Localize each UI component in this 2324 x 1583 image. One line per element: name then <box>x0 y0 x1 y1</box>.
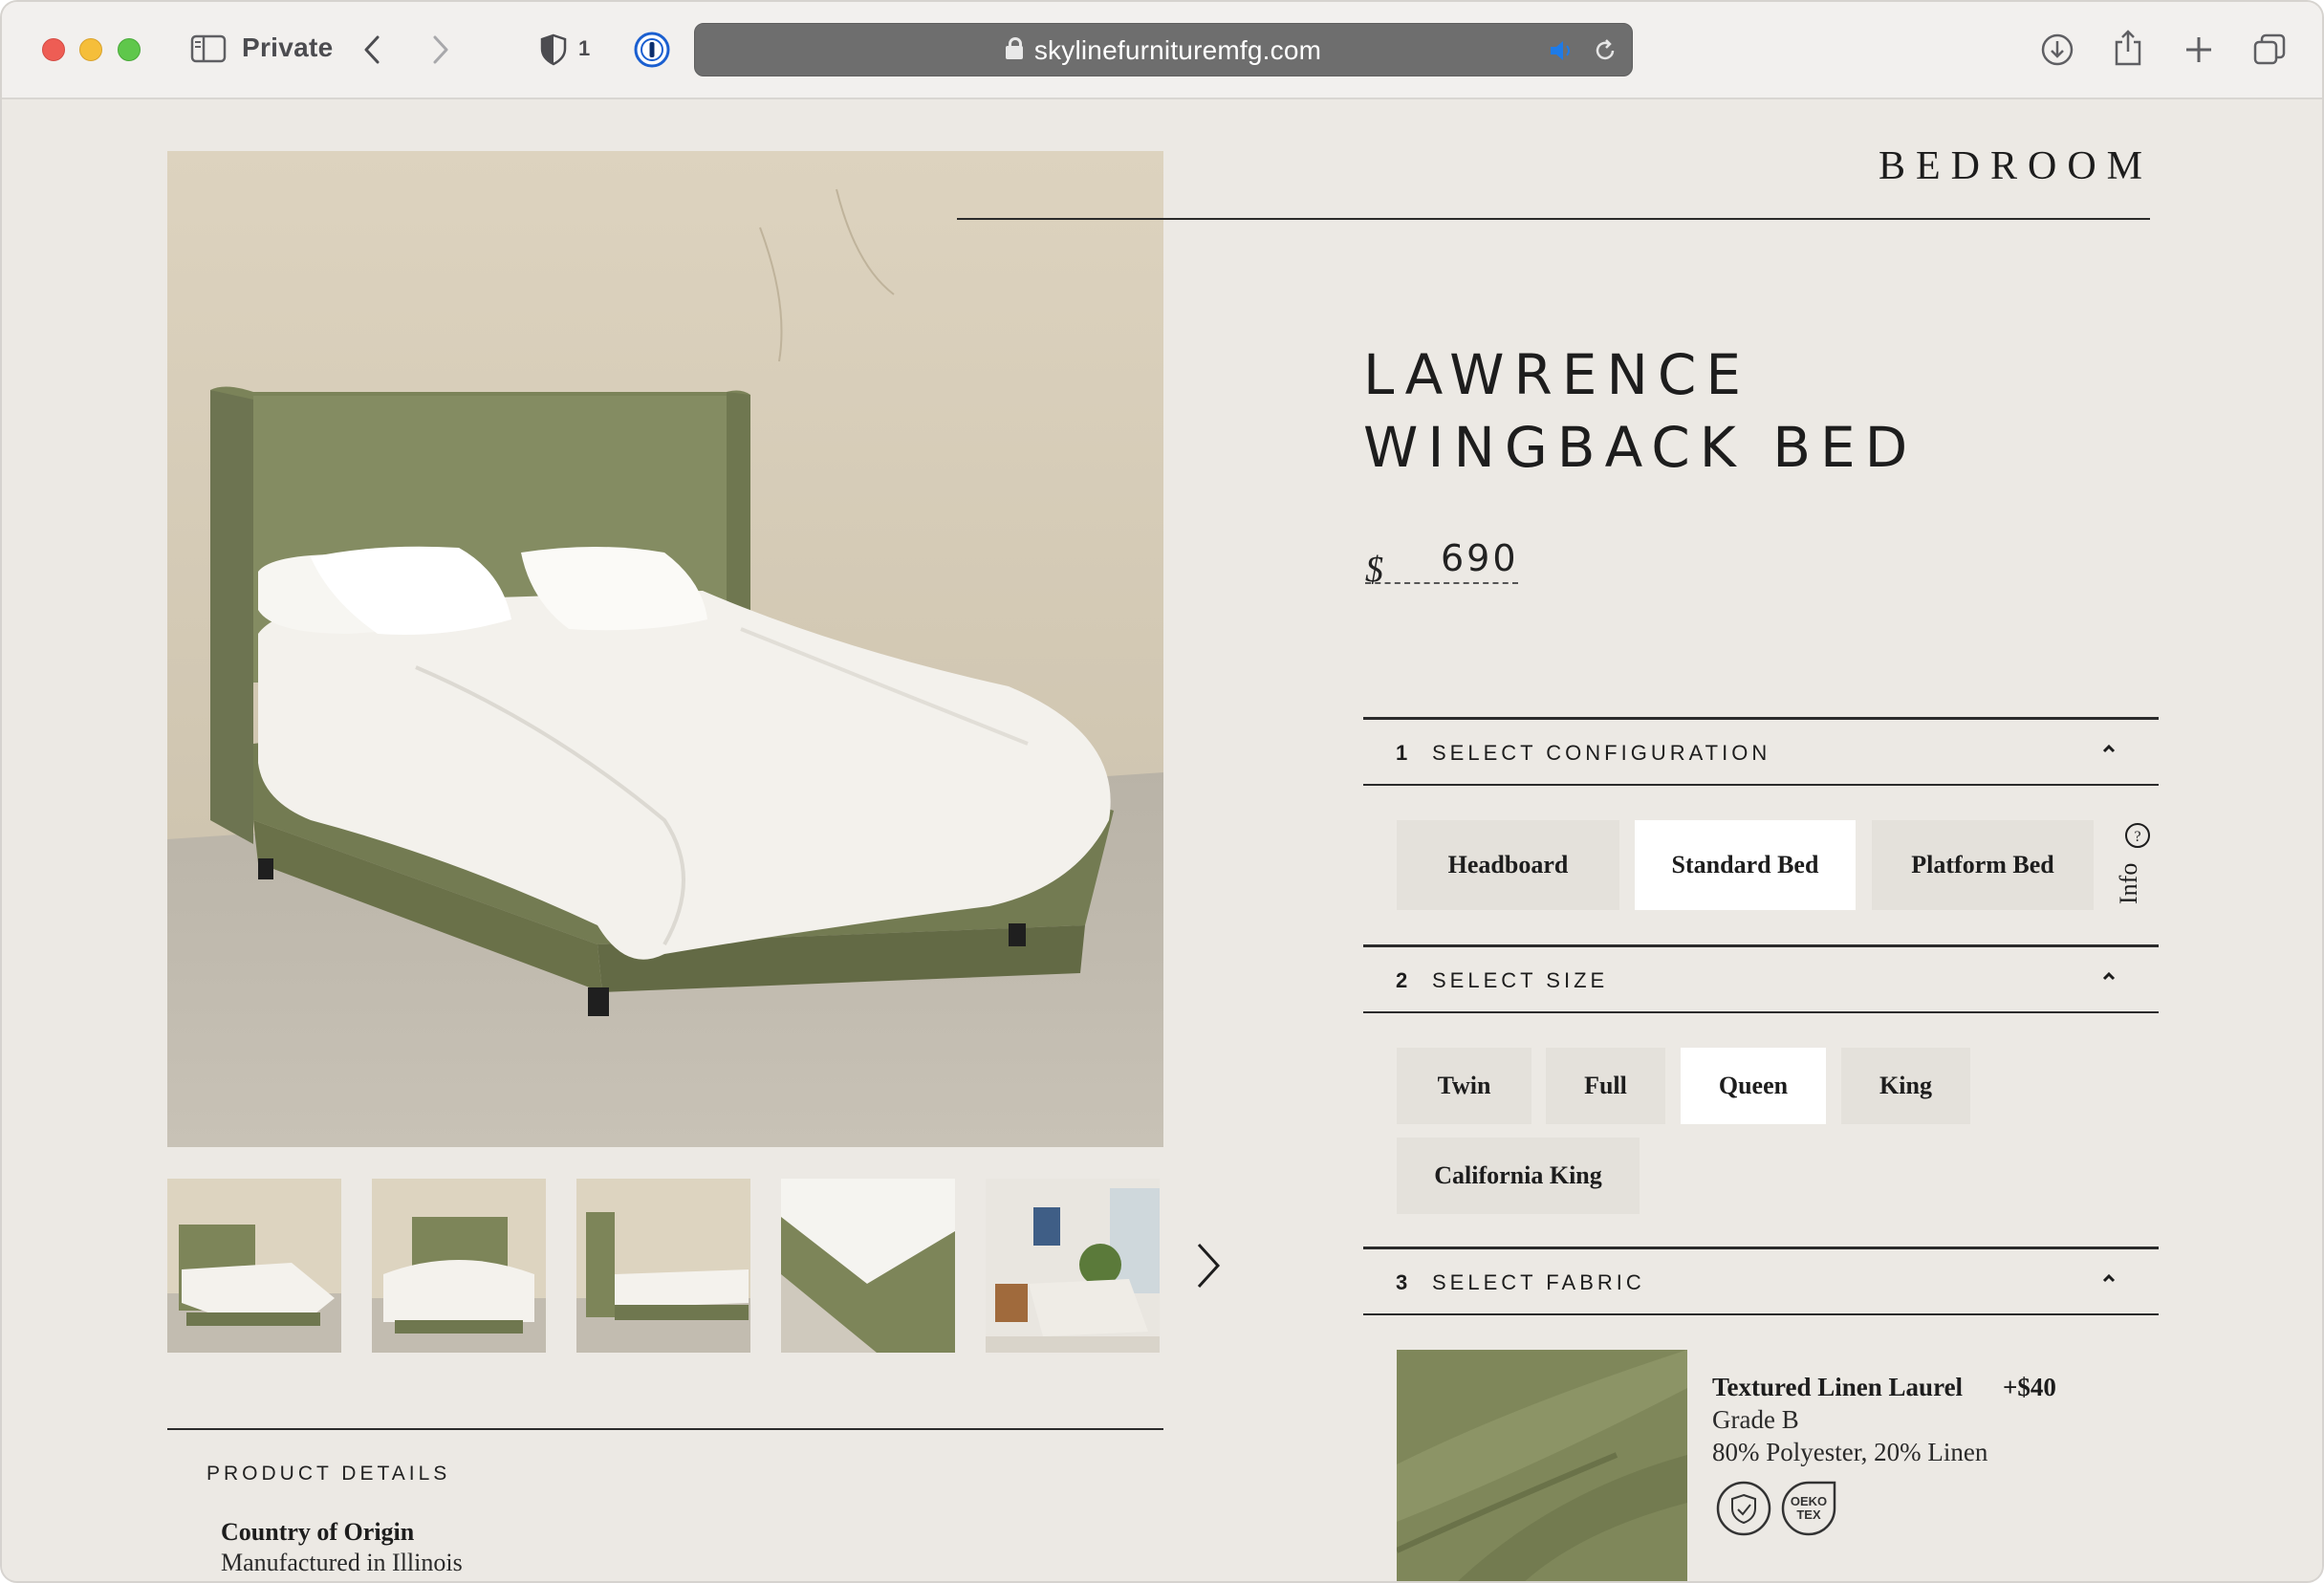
product-title-line-1: LAWRENCE <box>1363 342 1750 407</box>
thumbnail-next-arrow-icon[interactable] <box>1187 1237 1226 1294</box>
config-option-platform-bed[interactable]: Platform Bed <box>1872 820 2094 910</box>
section-title: SELECT SIZE <box>1432 968 1609 992</box>
product-page: PRODUCT DETAILS Country of Origin Manufa… <box>2 101 2322 1581</box>
close-window-button[interactable] <box>42 38 65 61</box>
performance-shield-badge-icon <box>1715 1480 1772 1537</box>
config-option-headboard[interactable]: Headboard <box>1397 820 1619 910</box>
size-option-california-king[interactable]: California King <box>1397 1138 1640 1214</box>
sidebar-toggle-icon[interactable] <box>189 33 228 65</box>
section-title: SELECT FABRIC <box>1432 1270 1645 1294</box>
section-title: SELECT CONFIGURATION <box>1432 741 1771 765</box>
price-value: 690 <box>1441 537 1519 579</box>
category-divider <box>957 218 2150 220</box>
chevron-up-icon[interactable] <box>2097 1270 2120 1288</box>
forward-arrow-icon[interactable] <box>426 33 455 67</box>
audio-playing-icon[interactable] <box>1548 37 1576 64</box>
product-title-line-2: WINGBACK BED <box>1363 415 1918 480</box>
price-currency: $ <box>1365 550 1383 590</box>
section-number: 1 <box>1396 741 1408 765</box>
info-label[interactable]: Info <box>2115 863 2143 904</box>
thumbnail-3[interactable] <box>576 1179 750 1353</box>
size-option-twin[interactable]: Twin <box>1397 1048 1531 1124</box>
fabric-name: Textured Linen Laurel <box>1712 1373 1964 1401</box>
config-option-standard-bed[interactable]: Standard Bed <box>1635 820 1856 910</box>
size-option-king[interactable]: King <box>1841 1048 1970 1124</box>
zoom-window-button[interactable] <box>118 38 141 61</box>
product-title: LAWRENCE WINGBACK BED <box>1363 338 2032 484</box>
fabric-composition: 80% Polyester, 20% Linen <box>1712 1438 1988 1466</box>
oeko-tex-badge-text: OEKO TEX <box>1790 1494 1828 1522</box>
category-label: BEDROOM <box>1878 144 2153 188</box>
chevron-up-icon[interactable] <box>2097 968 2120 986</box>
fabric-swatch-image[interactable] <box>1397 1350 1687 1581</box>
fabric-price-delta: +$40 <box>2003 1373 2056 1401</box>
country-of-origin-value: Manufactured in Illinois <box>221 1549 463 1576</box>
browser-toolbar: Private 1 skylinefurnituremfg.com <box>2 2 2322 99</box>
svg-text:?: ? <box>2134 829 2140 845</box>
private-mode-label: Private <box>242 33 334 62</box>
url-text: skylinefurnituremfg.com <box>1033 35 1322 65</box>
privacy-shield-icon[interactable] <box>539 33 568 67</box>
downloads-icon[interactable] <box>2038 31 2076 69</box>
select-configuration-header[interactable]: 1 SELECT CONFIGURATION <box>1363 717 2159 786</box>
lock-icon <box>1005 37 1023 59</box>
info-icon: ? <box>2125 823 2150 848</box>
thumbnail-4[interactable] <box>781 1179 955 1353</box>
minimize-window-button[interactable] <box>79 38 102 61</box>
new-tab-icon[interactable] <box>2180 31 2218 69</box>
thumbnail-2[interactable] <box>372 1179 546 1353</box>
product-details-heading: PRODUCT DETAILS <box>206 1463 451 1485</box>
address-bar[interactable]: skylinefurnituremfg.com <box>694 23 1633 76</box>
size-option-queen[interactable]: Queen <box>1681 1048 1826 1124</box>
country-of-origin-label: Country of Origin <box>221 1518 415 1546</box>
chevron-up-icon[interactable] <box>2097 741 2120 758</box>
browser-window: Private 1 skylinefurnituremfg.com PRODUC… <box>0 0 2324 1583</box>
password-manager-icon[interactable] <box>633 31 671 69</box>
section-number: 2 <box>1396 968 1408 992</box>
back-arrow-icon[interactable] <box>358 33 386 67</box>
tab-overview-icon[interactable] <box>2250 31 2289 69</box>
tracker-count: 1 <box>578 36 591 60</box>
size-option-full[interactable]: Full <box>1546 1048 1665 1124</box>
fabric-grade: Grade B <box>1712 1405 1799 1434</box>
share-icon[interactable] <box>2109 27 2147 69</box>
select-fabric-header[interactable]: 3 SELECT FABRIC <box>1363 1247 2159 1315</box>
details-divider <box>167 1428 1163 1430</box>
thumbnail-1[interactable] <box>167 1179 341 1353</box>
section-number: 3 <box>1396 1270 1408 1294</box>
thumbnail-5[interactable] <box>986 1179 1160 1353</box>
reload-icon[interactable] <box>1590 35 1620 66</box>
main-product-image[interactable] <box>167 151 1163 1147</box>
price-underline <box>1365 582 1518 584</box>
select-size-header[interactable]: 2 SELECT SIZE <box>1363 944 2159 1013</box>
